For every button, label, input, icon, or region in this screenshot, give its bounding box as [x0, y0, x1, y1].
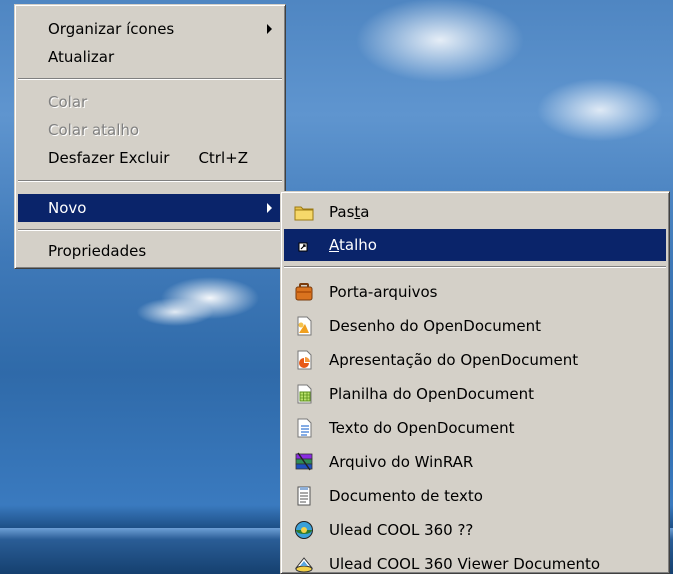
menu-item-label: Colar atalho — [48, 121, 140, 139]
shortcut-icon — [294, 235, 314, 255]
submenu-item-label: Documento de texto — [329, 487, 483, 505]
ulead-cool360-icon — [294, 520, 314, 540]
submenu-item-label: Pasta — [329, 203, 370, 221]
menu-item-label: Organizar ícones — [48, 20, 175, 38]
submenu-arrow-icon — [267, 203, 272, 213]
submenu-item-porta-arquivos[interactable]: Porta-arquivos — [284, 276, 666, 308]
submenu-item-label: Planilha do OpenDocument — [329, 385, 534, 403]
folder-icon — [294, 202, 314, 222]
submenu-item-arquivo-winrar[interactable]: Arquivo do WinRAR — [284, 446, 666, 478]
menu-item-label: Colar — [48, 93, 88, 111]
menu-separator — [18, 78, 282, 80]
submenu-item-ulead-cool-360-viewer[interactable]: Ulead COOL 360 Viewer Documento — [284, 548, 666, 580]
submenu-item-planilha-opendocument[interactable]: Planilha do OpenDocument — [284, 378, 666, 410]
submenu-item-ulead-cool-360[interactable]: Ulead COOL 360 ?? — [284, 514, 666, 546]
text-document-icon — [294, 486, 314, 506]
menu-item-colar-atalho: Colar atalho — [18, 116, 282, 144]
menu-separator — [18, 180, 282, 182]
opendocument-text-icon — [294, 418, 314, 438]
winrar-archive-icon — [294, 452, 314, 472]
menu-item-label: Propriedades — [48, 242, 147, 260]
submenu-item-label: Ulead COOL 360 ?? — [329, 521, 474, 539]
submenu-item-documento-texto[interactable]: Documento de texto — [284, 480, 666, 512]
menu-separator — [18, 229, 282, 231]
desktop-context-menu: Organizar ícones Atualizar Colar Colar a… — [14, 4, 286, 269]
submenu-item-apresentacao-opendocument[interactable]: Apresentação do OpenDocument — [284, 344, 666, 376]
menu-item-desfazer-excluir[interactable]: Desfazer Excluir Ctrl+Z — [18, 144, 282, 172]
menu-item-propriedades[interactable]: Propriedades — [18, 237, 282, 265]
opendocument-presentation-icon — [294, 350, 314, 370]
submenu-item-label: Ulead COOL 360 Viewer Documento — [329, 555, 601, 573]
opendocument-spreadsheet-icon — [294, 384, 314, 404]
submenu-arrow-icon — [267, 24, 272, 34]
menu-item-shortcut: Ctrl+Z — [198, 149, 248, 167]
menu-item-label: Desfazer Excluir — [48, 149, 170, 167]
menu-item-organizar-icones[interactable]: Organizar ícones — [18, 15, 282, 43]
ulead-viewer-icon — [294, 554, 314, 574]
menu-item-novo[interactable]: Novo — [18, 194, 282, 222]
novo-submenu: Pasta Atalho Porta-arquivos Desenho do O… — [280, 191, 670, 574]
submenu-item-desenho-opendocument[interactable]: Desenho do OpenDocument — [284, 310, 666, 342]
menu-separator — [284, 266, 666, 268]
submenu-item-atalho[interactable]: Atalho — [284, 229, 666, 261]
briefcase-icon — [294, 282, 314, 302]
submenu-item-label: Arquivo do WinRAR — [329, 453, 474, 471]
submenu-item-texto-opendocument[interactable]: Texto do OpenDocument — [284, 412, 666, 444]
menu-item-colar: Colar — [18, 88, 282, 116]
submenu-item-label: Texto do OpenDocument — [329, 419, 515, 437]
menu-item-label: Novo — [48, 199, 87, 217]
menu-item-atualizar[interactable]: Atualizar — [18, 43, 282, 71]
opendocument-drawing-icon — [294, 316, 314, 336]
submenu-item-label: Apresentação do OpenDocument — [329, 351, 579, 369]
submenu-item-pasta[interactable]: Pasta — [284, 196, 666, 228]
submenu-item-label: Desenho do OpenDocument — [329, 317, 542, 335]
submenu-item-label: Porta-arquivos — [329, 283, 438, 301]
menu-item-label: Atualizar — [48, 48, 115, 66]
submenu-item-label: Atalho — [329, 236, 377, 254]
